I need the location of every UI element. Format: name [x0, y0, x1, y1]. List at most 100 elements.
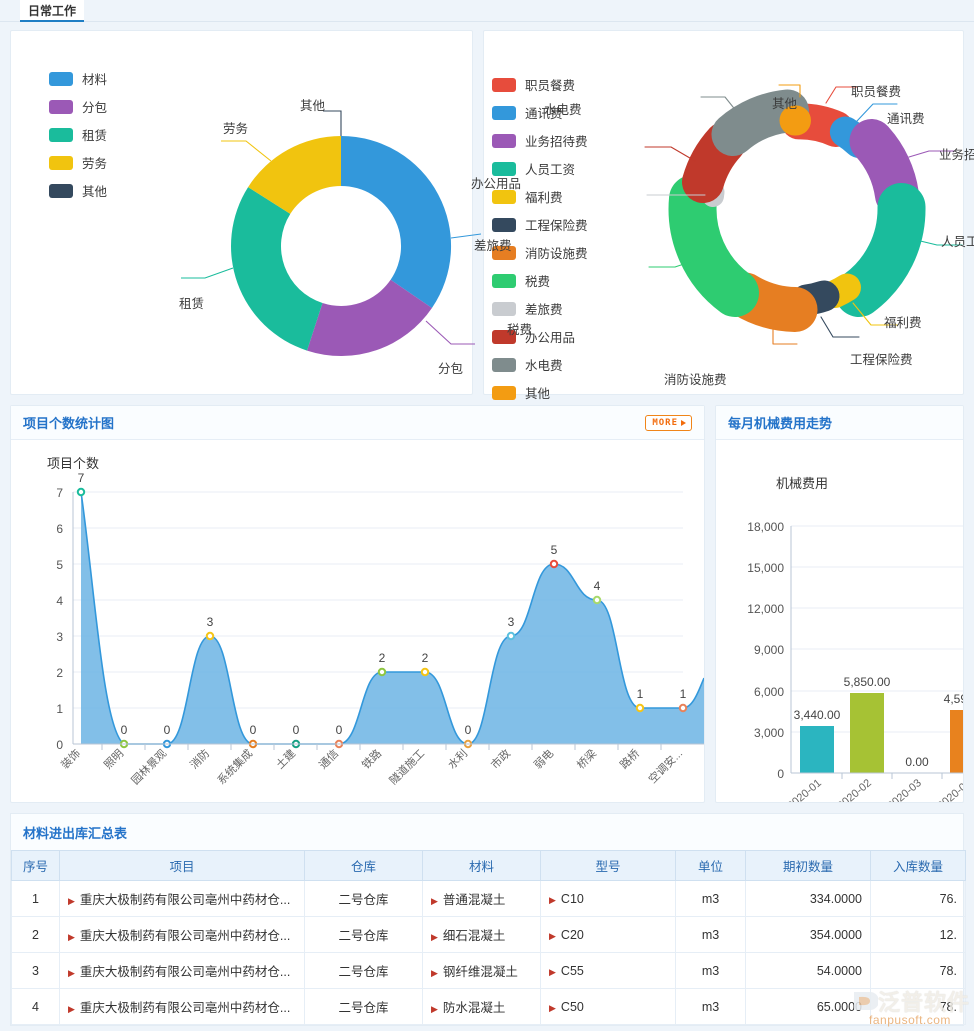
legend-swatch-icon — [49, 72, 73, 86]
expand-arrow-icon[interactable]: ▶ — [431, 896, 438, 906]
data-point[interactable] — [422, 669, 428, 675]
cell-unit: m3 — [676, 881, 746, 917]
tab-daily-work[interactable]: 日常工作 — [20, 0, 84, 22]
expand-arrow-icon[interactable]: ▶ — [549, 895, 556, 905]
svg-text:0: 0 — [250, 723, 257, 737]
cell-material[interactable]: ▶防水混凝土 — [423, 989, 541, 1025]
cell-project[interactable]: ▶重庆大极制药有限公司亳州中药材仓... — [60, 989, 305, 1025]
expand-arrow-icon[interactable]: ▶ — [68, 968, 75, 978]
rose-label-other: 其他 — [772, 93, 797, 112]
legend-item[interactable]: 水电费 — [492, 355, 588, 374]
table-row[interactable]: 2 ▶重庆大极制药有限公司亳州中药材仓... 二号仓库 ▶细石混凝土 ▶C20 … — [12, 917, 966, 953]
pie-slice-material[interactable] — [341, 136, 451, 308]
column-header-in-qty[interactable]: 入库数量 — [871, 851, 966, 881]
leader-line-subcontract — [426, 321, 475, 344]
column-header-material[interactable]: 材料 — [423, 851, 541, 881]
bar-2020-01[interactable] — [800, 726, 834, 773]
expand-arrow-icon[interactable]: ▶ — [549, 1003, 556, 1013]
column-header-open-qty[interactable]: 期初数量 — [746, 851, 871, 881]
expand-arrow-icon[interactable]: ▶ — [549, 931, 556, 941]
panel-material-inout-summary: 材料进出库汇总表 序号 项目 仓库 材料 型号 单位 期初数量 入库数量 1 ▶… — [10, 813, 964, 1026]
cell-material[interactable]: ▶钢纤维混凝土 — [423, 953, 541, 989]
rose-label-tax: 税费 — [507, 319, 532, 338]
data-point[interactable] — [207, 633, 213, 639]
svg-text:1: 1 — [637, 687, 644, 701]
expand-arrow-icon[interactable]: ▶ — [68, 896, 75, 906]
chart-axis-title: 机械费用 — [776, 476, 828, 491]
rose-label-salary: 人员工资 — [941, 231, 974, 250]
data-point[interactable] — [508, 633, 514, 639]
legend-swatch-icon — [492, 302, 516, 316]
rose-label-utilities: 水电费 — [544, 99, 582, 118]
pie-slice-lease[interactable] — [231, 187, 322, 351]
legend-item[interactable]: 业务招待费 — [492, 131, 588, 150]
legend-item[interactable]: 其他 — [49, 181, 107, 200]
svg-text:1: 1 — [680, 687, 687, 701]
cell-model[interactable]: ▶C10 — [541, 881, 676, 917]
rose-label-staff-meal: 职员餐费 — [851, 81, 901, 100]
data-point[interactable] — [637, 705, 643, 711]
legend-swatch-icon — [49, 156, 73, 170]
rose-label-business-entertain: 业务招待费 — [939, 144, 974, 163]
legend-item[interactable]: 分包 — [49, 97, 107, 116]
cell-model[interactable]: ▶C20 — [541, 917, 676, 953]
legend-item[interactable]: 租赁 — [49, 125, 107, 144]
bar-2020-04[interactable] — [950, 710, 964, 773]
cell-project[interactable]: ▶重庆大极制药有限公司亳州中药材仓... — [60, 953, 305, 989]
expand-arrow-icon[interactable]: ▶ — [68, 1004, 75, 1014]
x-tick-label: 水利 — [445, 747, 470, 772]
column-header-warehouse[interactable]: 仓库 — [305, 851, 423, 881]
data-point[interactable] — [78, 489, 84, 495]
legend-label: 业务招待费 — [525, 131, 588, 150]
data-point[interactable] — [680, 705, 686, 711]
y-tick-label: 12,000 — [747, 602, 784, 616]
donut-label-lease: 租赁 — [179, 293, 204, 312]
cell-material[interactable]: ▶普通混凝土 — [423, 881, 541, 917]
legend-label: 其他 — [525, 383, 550, 402]
cell-in-qty: 12. — [871, 917, 966, 953]
cell-project[interactable]: ▶重庆大极制药有限公司亳州中药材仓... — [60, 881, 305, 917]
rose-slice-utilities[interactable] — [733, 111, 788, 135]
column-header-unit[interactable]: 单位 — [676, 851, 746, 881]
cell-model[interactable]: ▶ C55 — [541, 953, 676, 989]
legend-item[interactable]: 材料 — [49, 69, 107, 88]
expand-arrow-icon[interactable]: ▶ — [431, 968, 438, 978]
legend-item[interactable]: 其他 — [492, 383, 588, 402]
tab-label: 日常工作 — [28, 2, 76, 19]
table-row[interactable]: 4 ▶重庆大极制药有限公司亳州中药材仓... 二号仓库 ▶防水混凝土 ▶C50 … — [12, 989, 966, 1025]
data-point[interactable] — [379, 669, 385, 675]
cell-model-text: C55 — [561, 964, 584, 978]
x-tick-label: 路桥 — [617, 747, 642, 772]
legend-item[interactable]: 税费 — [492, 271, 588, 290]
legend-item[interactable]: 工程保险费 — [492, 215, 588, 234]
column-header-project[interactable]: 项目 — [60, 851, 305, 881]
legend-item[interactable]: 差旅费 — [492, 299, 588, 318]
table-row[interactable]: 1 ▶重庆大极制药有限公司亳州中药材仓... 二号仓库 ▶普通混凝土 ▶C10 … — [12, 881, 966, 917]
legend-label: 材料 — [82, 69, 107, 88]
cost-legend: 材料 分包 租赁 劳务 其他 — [49, 69, 107, 209]
svg-text:1: 1 — [56, 702, 63, 716]
legend-item[interactable]: 职员餐费 — [492, 75, 588, 94]
cell-warehouse: 二号仓库 — [305, 953, 423, 989]
legend-label: 福利费 — [525, 187, 563, 206]
expand-arrow-icon[interactable]: ▶ — [431, 932, 438, 942]
cell-material[interactable]: ▶细石混凝土 — [423, 917, 541, 953]
rose-slice-tax[interactable] — [693, 199, 735, 293]
column-header-no[interactable]: 序号 — [12, 851, 60, 881]
column-header-model[interactable]: 型号 — [541, 851, 676, 881]
legend-item[interactable]: 劳务 — [49, 153, 107, 172]
data-point[interactable] — [594, 597, 600, 603]
cell-open-qty: 65.0000 — [746, 989, 871, 1025]
rose-slice-salary[interactable] — [859, 207, 902, 293]
data-point[interactable] — [551, 561, 557, 567]
bar-2020-02[interactable] — [850, 693, 884, 773]
cell-project[interactable]: ▶重庆大极制药有限公司亳州中药材仓... — [60, 917, 305, 953]
more-button[interactable]: MORE — [645, 415, 692, 431]
expand-arrow-icon[interactable]: ▶ — [431, 1004, 438, 1014]
bar-value-label: 4,590.00 — [944, 692, 964, 706]
expand-arrow-icon[interactable]: ▶ — [549, 967, 556, 977]
y-tick-label: 0 — [777, 767, 784, 781]
cell-model[interactable]: ▶C50 — [541, 989, 676, 1025]
expand-arrow-icon[interactable]: ▶ — [68, 932, 75, 942]
table-row[interactable]: 3 ▶重庆大极制药有限公司亳州中药材仓... 二号仓库 ▶钢纤维混凝土 ▶C55… — [12, 953, 966, 989]
